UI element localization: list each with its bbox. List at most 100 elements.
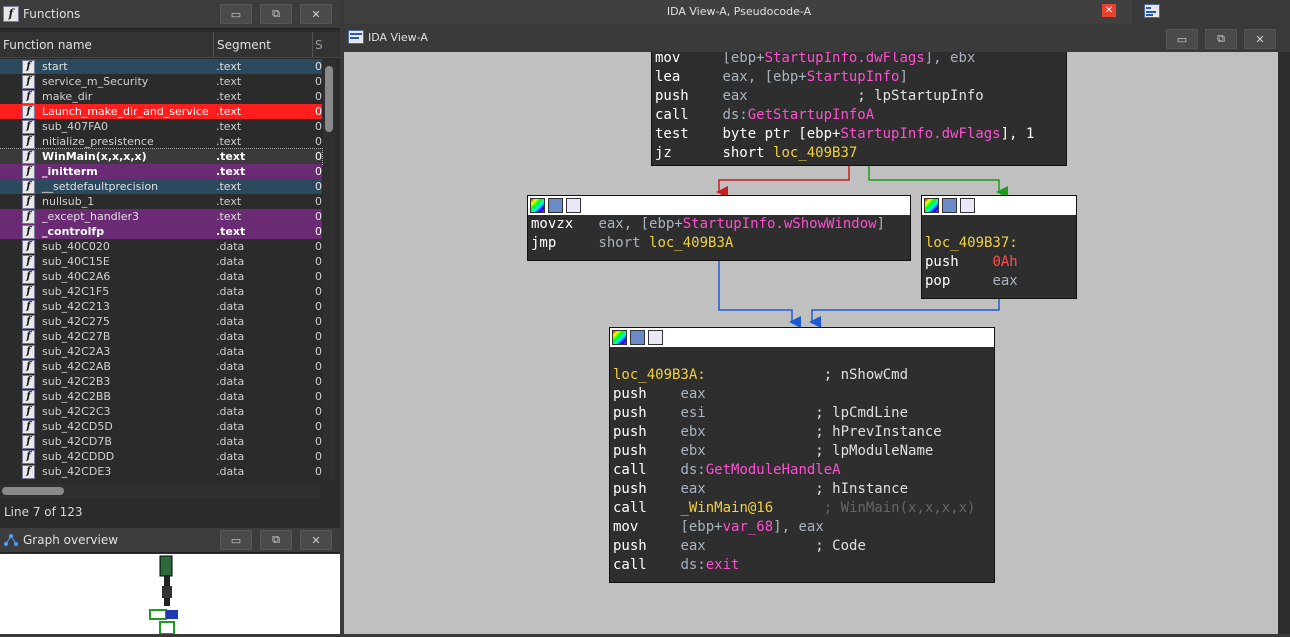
function-row[interactable]: f start .text 0: [0, 59, 322, 74]
function-row[interactable]: f __setdefaultprecision .text 0: [0, 179, 322, 194]
close-button[interactable]: ✕: [300, 4, 332, 24]
function-row[interactable]: f sub_42CD5D .data 0: [0, 419, 322, 434]
function-name: sub_42C2B3: [42, 375, 111, 388]
code-line[interactable]: call ds:GetStartupInfoA: [652, 106, 1066, 125]
function-row[interactable]: f sub_42C2B3 .data 0: [0, 374, 322, 389]
function-row[interactable]: f service_m_Security .text 0: [0, 74, 322, 89]
code-line[interactable]: [922, 215, 1076, 234]
column-function-name[interactable]: Function name: [3, 38, 92, 52]
code-block-startupinfo[interactable]: mov [ebp+StartupInfo.dwFlags], ebx lea ea…: [651, 52, 1067, 166]
code-line[interactable]: push eax: [610, 385, 994, 404]
function-row[interactable]: f _initterm .text 0: [0, 164, 322, 179]
function-row[interactable]: f sub_42C1F5 .data 0: [0, 284, 322, 299]
column-truncated[interactable]: S: [315, 38, 323, 52]
color-palette-icon[interactable]: [612, 330, 627, 345]
minimize-button[interactable]: ▭: [220, 4, 252, 24]
graph-icon[interactable]: [648, 330, 663, 345]
restore-button[interactable]: ⧉: [260, 530, 292, 550]
vertical-scrollbar[interactable]: [323, 60, 335, 480]
code-line[interactable]: pop eax: [922, 272, 1076, 291]
restore-button[interactable]: ⧉: [1205, 29, 1237, 49]
code-line[interactable]: lea eax, [ebp+StartupInfo]: [652, 68, 1066, 87]
tab-ida-view-a[interactable]: IDA View-A: [368, 31, 428, 44]
function-icon: f: [22, 449, 35, 464]
close-icon[interactable]: ✕: [1102, 4, 1116, 17]
function-row[interactable]: f sub_42CDDD .data 0: [0, 449, 322, 464]
graph-overview-minimap[interactable]: [0, 554, 340, 635]
code-line[interactable]: call ds:GetModuleHandleA: [610, 461, 994, 480]
code-line[interactable]: push ebx ; lpModuleName: [610, 442, 994, 461]
edit-icon[interactable]: [548, 198, 563, 213]
function-row[interactable]: f sub_40C020 .data 0: [0, 239, 322, 254]
disassembly-graph[interactable]: mov [ebp+StartupInfo.dwFlags], ebx lea ea…: [344, 52, 1278, 634]
code-line[interactable]: [610, 347, 994, 366]
horizontal-scrollbar[interactable]: [0, 484, 320, 498]
code-line[interactable]: jz short loc_409B37: [652, 144, 1066, 163]
scroll-thumb[interactable]: [2, 487, 64, 495]
column-segment[interactable]: Segment: [217, 38, 271, 52]
function-row[interactable]: f sub_40C15E .data 0: [0, 254, 322, 269]
close-button[interactable]: ✕: [300, 530, 332, 550]
function-segment: .data: [216, 465, 245, 478]
code-line[interactable]: jmp short loc_409B3A: [528, 234, 910, 253]
function-row[interactable]: f sub_42C2AB .data 0: [0, 359, 322, 374]
close-button[interactable]: ✕: [1244, 29, 1276, 49]
pseudocode-tab-strip: [1132, 0, 1290, 24]
graph-icon[interactable]: [566, 198, 581, 213]
code-line[interactable]: call ds:exit: [610, 556, 994, 575]
code-line[interactable]: push esi ; lpCmdLine: [610, 404, 994, 423]
code-line[interactable]: mov [ebp+var_68], eax: [610, 518, 994, 537]
code-token: push: [613, 424, 681, 440]
function-row[interactable]: f sub_40C2A6 .data 0: [0, 269, 322, 284]
code-block-loc-409b3a[interactable]: loc_409B3A: ; nShowCmd push eax push esi ;…: [609, 327, 995, 583]
minimize-button[interactable]: ▭: [220, 530, 252, 550]
code-line[interactable]: push eax ; Code: [610, 537, 994, 556]
code-line[interactable]: push ebx ; hPrevInstance: [610, 423, 994, 442]
code-token: eax, [: [722, 69, 774, 85]
code-line[interactable]: loc_409B37:: [922, 234, 1076, 253]
function-row[interactable]: f sub_407FA0 .text 0: [0, 119, 322, 134]
function-row[interactable]: f sub_42C213 .data 0: [0, 299, 322, 314]
function-row[interactable]: f nitialize_presistence .text 0: [0, 134, 322, 149]
edit-icon[interactable]: [630, 330, 645, 345]
code-token: movzx: [531, 216, 599, 232]
code-line[interactable]: loc_409B3A: ; nShowCmd: [610, 366, 994, 385]
function-segment: .text: [216, 90, 242, 103]
restore-button[interactable]: ⧉: [260, 4, 292, 24]
graph-overview-canvas[interactable]: [0, 554, 340, 635]
code-line[interactable]: push eax ; lpStartupInfo: [652, 87, 1066, 106]
code-line[interactable]: movzx eax, [ebp+StartupInfo.wShowWindow]: [528, 215, 910, 234]
function-row[interactable]: f sub_42C2A3 .data 0: [0, 344, 322, 359]
code-line[interactable]: mov [ebp+StartupInfo.dwFlags], ebx: [652, 52, 1066, 68]
function-row[interactable]: f sub_42C2C3 .data 0: [0, 404, 322, 419]
scroll-thumb[interactable]: [325, 66, 333, 132]
graph-vertical-scrollbar[interactable]: [1278, 52, 1290, 634]
function-icon: f: [22, 224, 35, 239]
pseudocode-icon[interactable]: [1144, 4, 1160, 18]
function-name: sub_42CD5D: [42, 420, 113, 433]
color-palette-icon[interactable]: [924, 198, 939, 213]
function-name: nitialize_presistence: [42, 135, 154, 148]
function-start-truncated: 0: [315, 165, 322, 178]
graph-icon[interactable]: [960, 198, 975, 213]
function-row[interactable]: f sub_42C2BB .data 0: [0, 389, 322, 404]
function-row[interactable]: f nullsub_1 .text 0: [0, 194, 322, 209]
color-palette-icon[interactable]: [530, 198, 545, 213]
code-line[interactable]: call _WinMain@16 ; WinMain(x,x,x,x): [610, 499, 994, 518]
edit-icon[interactable]: [942, 198, 957, 213]
function-row[interactable]: f WinMain(x,x,x,x) .text 0: [0, 148, 323, 165]
function-row[interactable]: f sub_42CDE3 .data 0: [0, 464, 322, 479]
code-line[interactable]: test byte ptr [ebp+StartupInfo.dwFlags],…: [652, 125, 1066, 144]
function-row[interactable]: f _except_handler3 .text 0: [0, 209, 322, 224]
code-block-loc-409b37[interactable]: loc_409B37: push 0Ah pop eax: [921, 195, 1077, 299]
code-line[interactable]: push eax ; hInstance: [610, 480, 994, 499]
function-row[interactable]: f make_dir .text 0: [0, 89, 322, 104]
minimize-button[interactable]: ▭: [1166, 29, 1198, 49]
function-row[interactable]: f sub_42C275 .data 0: [0, 314, 322, 329]
code-block-showwindow[interactable]: movzx eax, [ebp+StartupInfo.wShowWindow]…: [527, 195, 911, 261]
function-row[interactable]: f _controlfp .text 0: [0, 224, 322, 239]
code-line[interactable]: push 0Ah: [922, 253, 1076, 272]
function-row[interactable]: f sub_42C27B .data 0: [0, 329, 322, 344]
function-row[interactable]: f Launch_make_dir_and_service .text 0: [0, 104, 322, 119]
function-row[interactable]: f sub_42CD7B .data 0: [0, 434, 322, 449]
